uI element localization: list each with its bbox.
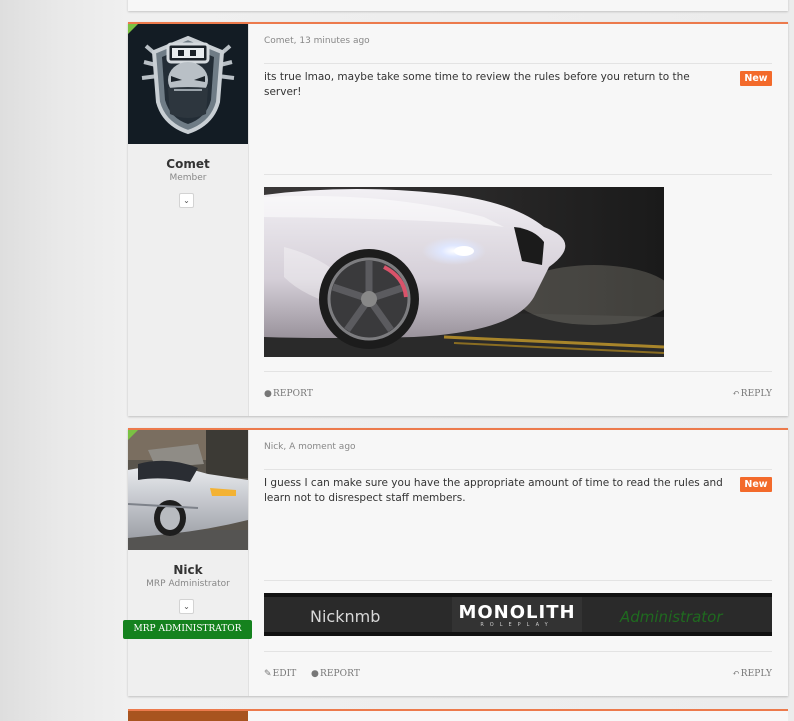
previous-post-card xyxy=(128,0,788,11)
report-button[interactable]: ●REPORT xyxy=(311,669,360,679)
monolith-logo: MONOLITH xyxy=(458,602,576,623)
footer-divider xyxy=(264,651,772,652)
online-indicator xyxy=(128,430,138,440)
white-bmw-headlight-image-icon xyxy=(264,187,664,357)
signature-role: Administrator xyxy=(620,608,723,626)
footer-divider xyxy=(264,371,772,372)
signature-logo-box: MONOLITH ROLEPLAY xyxy=(452,597,582,632)
report-button[interactable]: ●REPORT xyxy=(264,389,313,399)
user-sidebar: Nick MRP Administrator ⌄ MRP ADMINISTRAT… xyxy=(123,430,252,696)
silver-mustang-photo-icon xyxy=(128,430,248,550)
post-meta: Comet, 13 minutes ago xyxy=(264,36,772,64)
signature-name: Nicknmb xyxy=(310,607,381,626)
reply-label: REPLY xyxy=(740,669,772,679)
post-comet: Comet Member ⌄ Comet, 13 minutes ago its… xyxy=(128,22,788,416)
report-label: REPORT xyxy=(319,669,360,679)
signature-divider xyxy=(264,174,772,175)
user-sidebar: Comet Member ⌄ xyxy=(128,24,249,416)
username[interactable]: Nick xyxy=(128,563,248,577)
post-meta: Nick, A moment ago xyxy=(264,442,772,470)
reply-button[interactable]: ↶REPLY xyxy=(732,669,772,679)
flag-icon: ● xyxy=(264,389,272,399)
next-post-card xyxy=(128,709,788,721)
reply-button[interactable]: ↶REPLY xyxy=(732,389,772,399)
user-title: Member xyxy=(169,173,207,183)
online-indicator xyxy=(128,24,138,34)
post-nick: Nick MRP Administrator ⌄ MRP ADMINISTRAT… xyxy=(123,428,788,696)
reply-arrow-icon: ↶ xyxy=(732,669,740,679)
attachment-image[interactable] xyxy=(264,187,664,357)
post-author-date[interactable]: Comet, 13 minutes ago xyxy=(264,36,370,46)
message-body: its true lmao, maybe take some time to r… xyxy=(264,71,690,98)
username[interactable]: Comet xyxy=(128,157,248,171)
masked-hacker-shield-logo-icon xyxy=(141,35,235,135)
avatar[interactable] xyxy=(128,24,248,144)
message-body: I guess I can make sure you have the app… xyxy=(264,477,723,504)
new-badge: New xyxy=(740,477,772,492)
post-author-date[interactable]: Nick, A moment ago xyxy=(264,442,356,452)
edit-label: EDIT xyxy=(272,669,297,679)
report-label: REPORT xyxy=(272,389,313,399)
edit-button[interactable]: ✎EDIT xyxy=(264,669,296,679)
signature-divider xyxy=(264,580,772,581)
user-title: MRP Administrator xyxy=(146,579,230,589)
role-badge: MRP ADMINISTRATOR xyxy=(123,620,252,639)
avatar[interactable] xyxy=(128,430,248,550)
new-badge: New xyxy=(740,71,772,86)
signature-banner: Nicknmb MONOLITH ROLEPLAY Administrator xyxy=(264,593,772,636)
chevron-down-icon[interactable]: ⌄ xyxy=(179,193,194,208)
flag-icon: ● xyxy=(311,669,319,679)
monolith-logo-sub: ROLEPLAY xyxy=(480,622,554,628)
reply-label: REPLY xyxy=(740,389,772,399)
chevron-down-icon[interactable]: ⌄ xyxy=(179,599,194,614)
reply-arrow-icon: ↶ xyxy=(732,389,740,399)
pencil-icon: ✎ xyxy=(264,669,272,679)
